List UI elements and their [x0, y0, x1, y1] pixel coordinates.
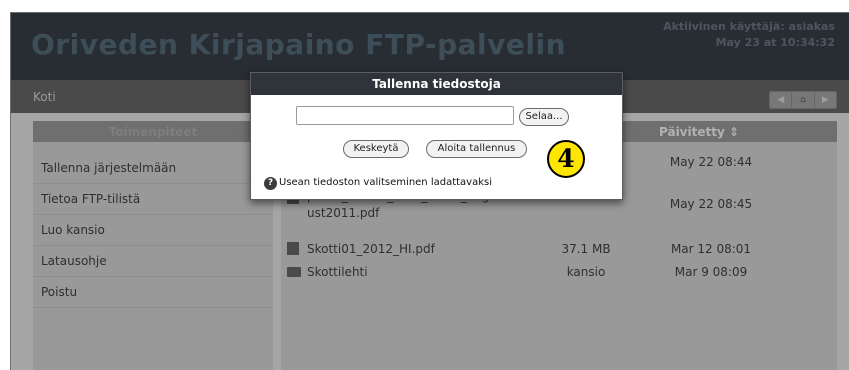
pdf-file-icon [287, 242, 299, 255]
user-info: Aktiivinen käyttäjä: asiakas May 23 at 1… [663, 19, 835, 51]
file-size: kansio [566, 265, 606, 279]
dialog-title: Tallenna tiedostoja [372, 77, 501, 91]
menu-item-label: Poistu [41, 285, 78, 299]
file-date: Mar 9 08:09 [674, 265, 748, 279]
file-date: Mar 12 08:01 [670, 242, 752, 256]
menu-item-upload-guide[interactable]: Latausohje [33, 246, 273, 277]
browse-button[interactable]: Selaa... [519, 108, 569, 126]
file-name: Skottilehti [307, 265, 368, 279]
upload-dialog: Tallenna tiedostoja Selaa... Keskeytä Al… [250, 72, 623, 200]
file-date: May 22 08:44 [669, 155, 753, 169]
start-upload-button[interactable]: Aloita tallennus [426, 140, 527, 158]
file-size: 37.1 MB [561, 242, 611, 256]
menu-item-logout[interactable]: Poistu [33, 277, 273, 308]
cancel-button[interactable]: Keskeytä [343, 140, 409, 158]
column-header-updated[interactable]: Päivitetty ⇕ [659, 125, 739, 139]
timestamp: May 23 at 10:34:32 [715, 36, 835, 49]
actions-title: Toimenpiteet [108, 125, 198, 139]
header: Oriveden Kirjapaino FTP-palvelin Aktiivi… [11, 13, 849, 80]
menu-item-label: Tallenna järjestelmään [41, 161, 177, 175]
menu-item-create-folder[interactable]: Luo kansio [33, 215, 273, 246]
menu-item-label: Latausohje [41, 254, 107, 268]
file-name-line2: ust2011.pdf [307, 206, 380, 220]
folder-icon [287, 267, 301, 277]
file-name: Skotti01_2012_HI.pdf [307, 242, 435, 256]
actions-panel: Toimenpiteet Tallenna järjestelmään Tiet… [33, 121, 273, 370]
help-icon[interactable]: ? [264, 177, 277, 190]
prev-arrow-icon[interactable]: ◀ [770, 92, 791, 108]
step-number-badge: 4 [547, 140, 585, 178]
help-text: Usean tiedoston valitseminen ladattavaks… [279, 177, 492, 188]
nav-button-group: ◀ ⌂ ▶ [769, 91, 837, 109]
actions-panel-header: Toimenpiteet [33, 121, 273, 142]
menu-item-account-info[interactable]: Tietoa FTP-tilistä [33, 184, 273, 215]
app-title: Oriveden Kirjapaino FTP-palvelin [31, 28, 566, 61]
next-arrow-icon[interactable]: ▶ [815, 92, 836, 108]
breadcrumb-home[interactable]: Koti [33, 90, 56, 104]
menu-item-upload[interactable]: Tallenna järjestelmään [33, 153, 273, 184]
file-date: May 22 08:45 [669, 197, 753, 211]
menu-item-label: Luo kansio [41, 223, 105, 237]
file-path-input[interactable] [296, 106, 514, 125]
menu-item-label: Tietoa FTP-tilistä [41, 192, 141, 206]
home-icon[interactable]: ⌂ [791, 92, 815, 108]
dialog-title-bar: Tallenna tiedostoja [251, 73, 622, 95]
active-user-label: Aktiivinen käyttäjä: asiakas [663, 20, 835, 33]
